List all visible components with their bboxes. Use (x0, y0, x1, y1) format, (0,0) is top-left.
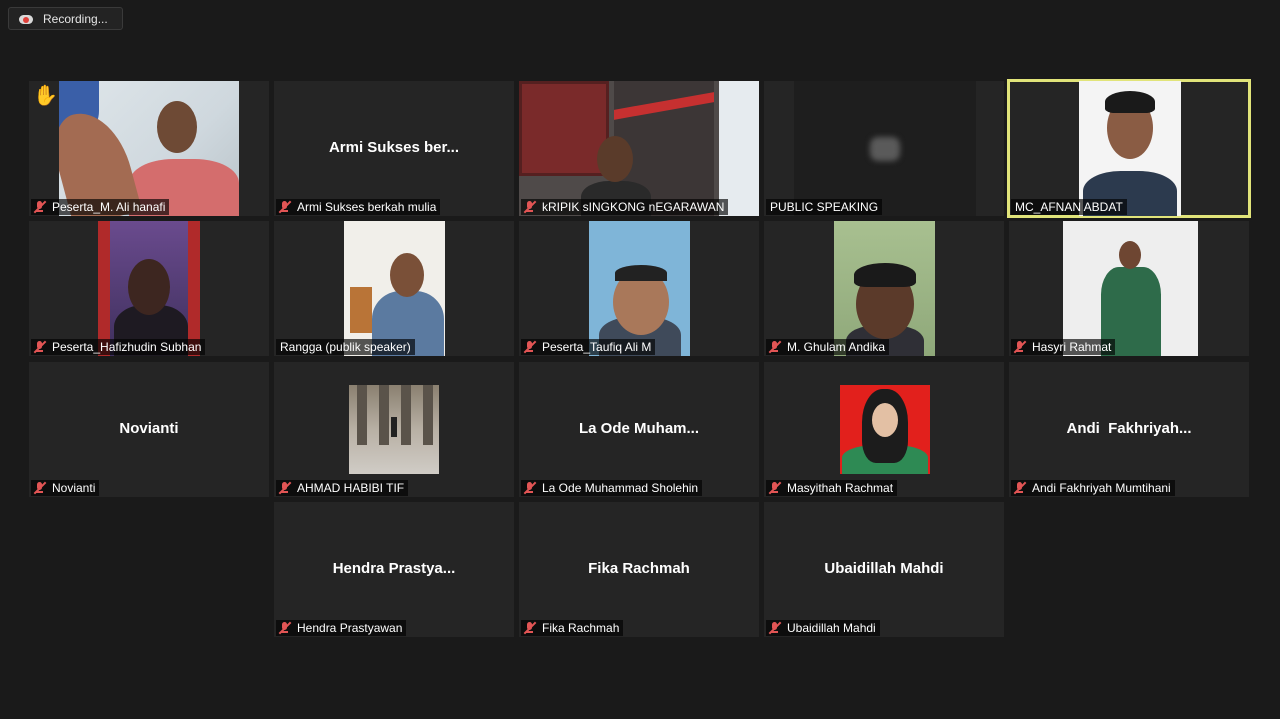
muted-mic-icon (1013, 340, 1027, 354)
participant-display-name: Ubaidillah Mahdi (824, 560, 944, 577)
participant-name: Novianti (52, 481, 96, 495)
muted-mic-icon (278, 200, 292, 214)
participant-name-label: La Ode Muhammad Sholehin (521, 480, 703, 496)
participant-tile[interactable]: Novianti Novianti (29, 362, 269, 497)
participant-name: Armi Sukses berkah mulia (297, 200, 437, 214)
participant-tile-active-speaker[interactable]: MC_AFNAN ABDAT (1007, 79, 1251, 218)
participant-display-name: Hendra Prastya... (332, 560, 456, 577)
participant-video (59, 81, 239, 216)
muted-mic-icon (33, 200, 47, 214)
muted-mic-icon (278, 621, 292, 635)
participant-name-label: M. Ghulam Andika (766, 339, 890, 355)
participant-name: Peserta_Hafizhudin Subhan (52, 340, 202, 354)
participant-name: Peserta_M. Ali hanafi (52, 200, 166, 214)
participant-name-label: AHMAD HABIBI TIF (276, 480, 409, 496)
participant-display-name: Armi Sukses ber... (328, 139, 460, 156)
participant-name-label: Peserta_M. Ali hanafi (31, 199, 170, 215)
muted-mic-icon (278, 481, 292, 495)
participant-name-label: Fika Rachmah (521, 620, 624, 636)
recording-cloud-icon (19, 14, 33, 24)
participant-profile-picture (840, 385, 930, 474)
participant-video (344, 221, 445, 356)
participant-name-label: MC_AFNAN ABDAT (1011, 199, 1127, 215)
muted-mic-icon (523, 340, 537, 354)
participant-video (519, 81, 759, 216)
muted-mic-icon (523, 200, 537, 214)
participant-name: MC_AFNAN ABDAT (1015, 200, 1123, 214)
muted-mic-icon (33, 340, 47, 354)
participant-display-name: Andi Fakhriyah... (1066, 420, 1192, 437)
muted-mic-icon (1013, 481, 1027, 495)
participant-video (794, 81, 976, 216)
participant-name-label: Novianti (31, 480, 100, 496)
participant-name-label: Masyithah Rachmat (766, 480, 898, 496)
participant-name-label: Peserta_Taufiq Ali M (521, 339, 656, 355)
participant-name: Fika Rachmah (542, 621, 620, 635)
participant-name-label: Peserta_Hafizhudin Subhan (31, 339, 206, 355)
participant-name-label: Ubaidillah Mahdi (766, 620, 880, 636)
participant-tile[interactable]: PUBLIC SPEAKING (764, 81, 1004, 216)
participant-name: PUBLIC SPEAKING (770, 200, 879, 214)
participant-name: Hendra Prastyawan (297, 621, 403, 635)
participant-video (1063, 221, 1198, 356)
participant-video (98, 221, 200, 356)
participant-tile[interactable]: Peserta_Hafizhudin Subhan (29, 221, 269, 356)
participant-name-label: Hasyri Rahmat (1011, 339, 1116, 355)
participant-video (1079, 81, 1181, 216)
participant-video (589, 221, 690, 356)
muted-mic-icon (768, 481, 782, 495)
participant-display-name: La Ode Muham... (578, 420, 699, 437)
recording-label: Recording... (43, 11, 108, 26)
participant-name: kRIPIK sINGKONG nEGARAWAN (542, 200, 725, 214)
participant-tile[interactable]: M. Ghulam Andika (764, 221, 1004, 356)
participant-name-label: kRIPIK sINGKONG nEGARAWAN (521, 199, 729, 215)
participant-name: Andi Fakhriyah Mumtihani (1032, 481, 1171, 495)
participant-tile[interactable]: Ubaidillah Mahdi Ubaidillah Mahdi (764, 502, 1004, 637)
muted-mic-icon (768, 621, 782, 635)
participant-video (834, 221, 935, 356)
participant-tile[interactable]: kRIPIK sINGKONG nEGARAWAN (519, 81, 759, 216)
participant-name: Masyithah Rachmat (787, 481, 894, 495)
muted-mic-icon (523, 621, 537, 635)
participant-tile[interactable]: Andi Fakhriyah... Andi Fakhriyah Mumtiha… (1009, 362, 1249, 497)
participant-name: AHMAD HABIBI TIF (297, 481, 405, 495)
participant-name: M. Ghulam Andika (787, 340, 886, 354)
participant-name: Peserta_Taufiq Ali M (542, 340, 652, 354)
raised-hand-icon: ✋ (33, 85, 58, 107)
muted-mic-icon (768, 340, 782, 354)
participant-tile[interactable]: Masyithah Rachmat (764, 362, 1004, 497)
participant-tile[interactable]: Rangga (publik speaker) (274, 221, 514, 356)
participant-tile[interactable]: Armi Sukses ber... Armi Sukses berkah mu… (274, 81, 514, 216)
participant-name-label: Andi Fakhriyah Mumtihani (1011, 480, 1175, 496)
participant-tile[interactable]: ✋ Peserta_M. Ali hanafi (29, 81, 269, 216)
participant-tile[interactable]: Fika Rachmah Fika Rachmah (519, 502, 759, 637)
participant-name-label: Hendra Prastyawan (276, 620, 407, 636)
participant-name: Ubaidillah Mahdi (787, 621, 876, 635)
participant-tile[interactable]: La Ode Muham... La Ode Muhammad Sholehin (519, 362, 759, 497)
participant-tile[interactable]: Hendra Prastya... Hendra Prastyawan (274, 502, 514, 637)
muted-mic-icon (33, 481, 47, 495)
participant-name: Hasyri Rahmat (1032, 340, 1112, 354)
muted-mic-icon (523, 481, 537, 495)
recording-indicator[interactable]: Recording... (8, 7, 123, 30)
participant-display-name: Fika Rachmah (588, 560, 690, 577)
participant-name-label: Armi Sukses berkah mulia (276, 199, 441, 215)
participant-name-label: PUBLIC SPEAKING (766, 199, 883, 215)
participant-display-name: Novianti (119, 420, 179, 437)
participant-tile[interactable]: Peserta_Taufiq Ali M (519, 221, 759, 356)
participant-profile-picture (349, 385, 439, 474)
participant-tile[interactable]: Hasyri Rahmat (1009, 221, 1249, 356)
participant-name: La Ode Muhammad Sholehin (542, 481, 699, 495)
participant-name-label: Rangga (publik speaker) (276, 339, 415, 355)
participant-tile[interactable]: AHMAD HABIBI TIF (274, 362, 514, 497)
participant-name: Rangga (publik speaker) (280, 340, 411, 354)
